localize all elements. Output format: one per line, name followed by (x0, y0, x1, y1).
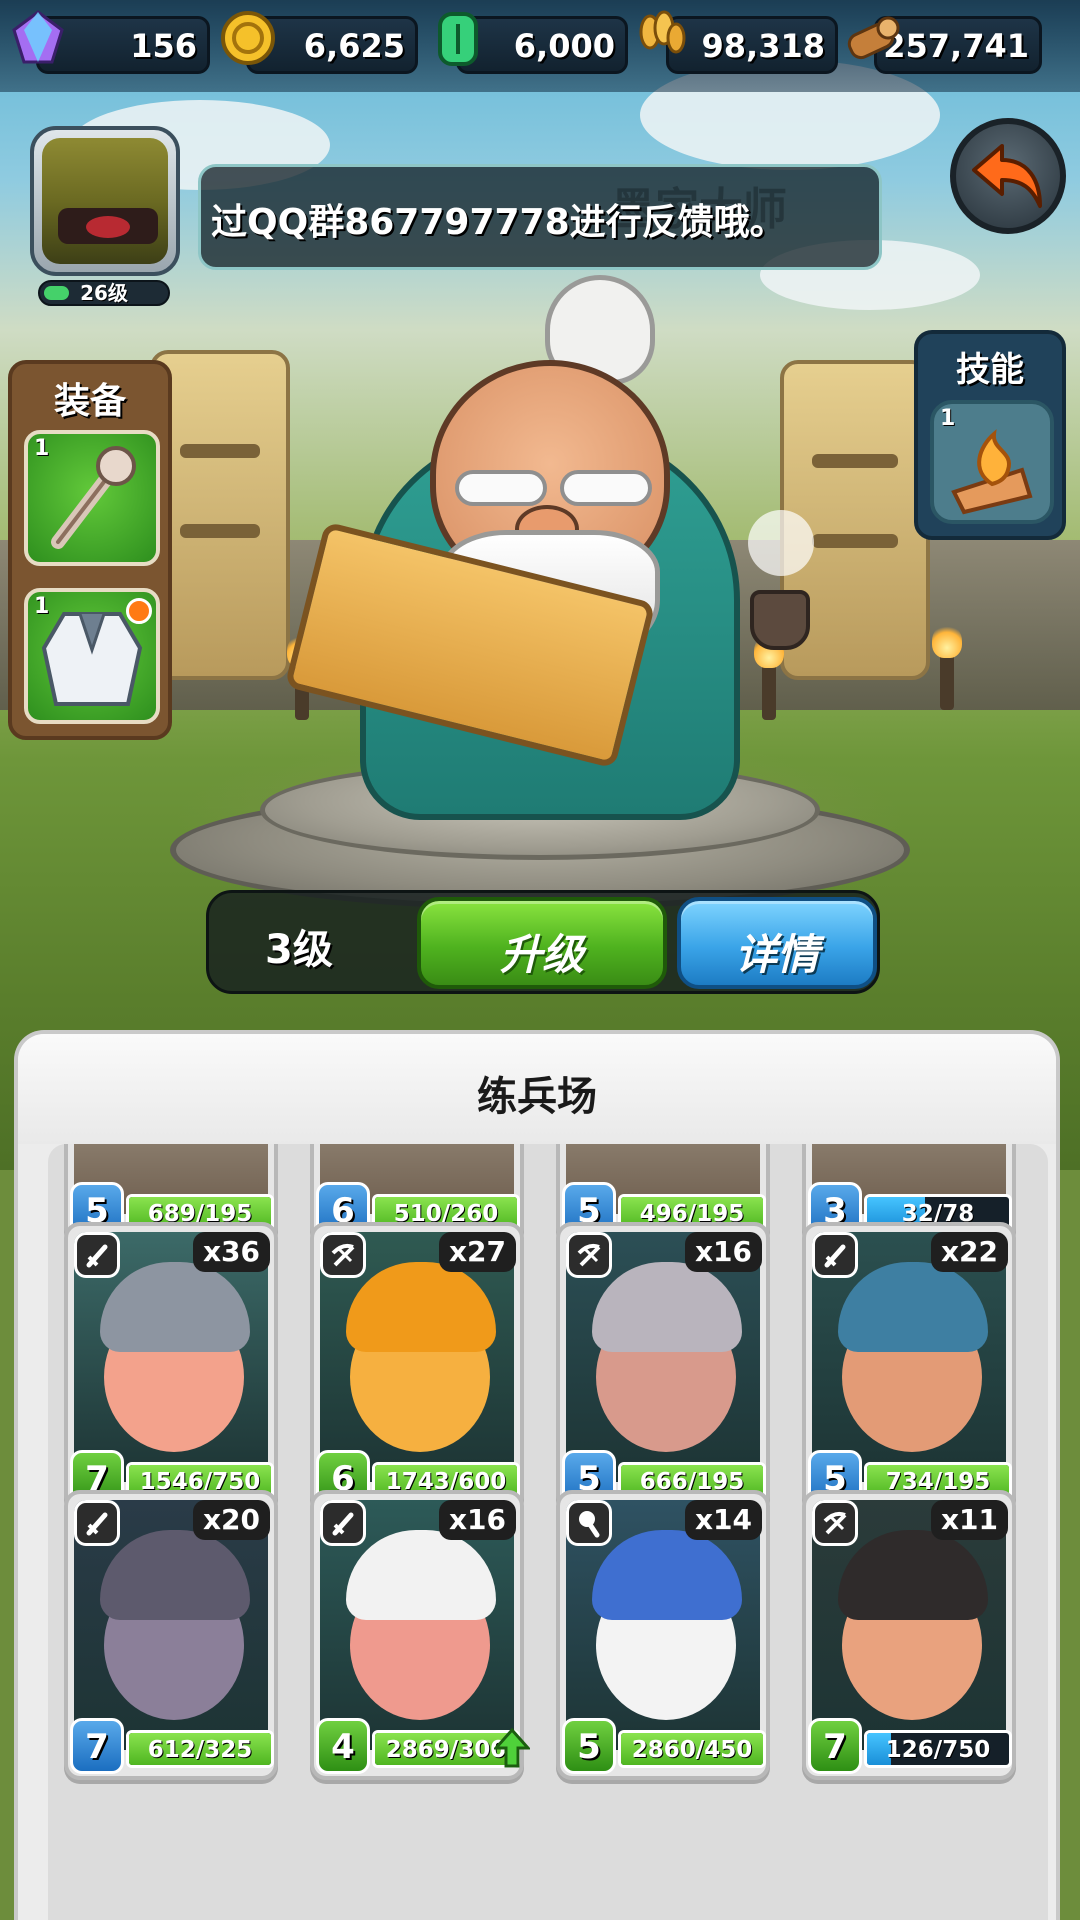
skill-slot[interactable]: 1 (930, 400, 1054, 524)
wood-log-icon (847, 16, 900, 60)
barracks-panel: 练兵场 5 689/195 6 510/260 5 496/195 3 32/78 x36 7 15… (14, 1030, 1060, 1920)
player-avatar[interactable] (30, 126, 180, 276)
upgrade-button[interactable]: 升级 (417, 897, 667, 989)
crossbow-icon (812, 1500, 858, 1546)
unit-card[interactable]: x27 6 1743/600 (310, 1222, 524, 1512)
unit-card[interactable]: x22 5 734/195 (802, 1222, 1016, 1512)
sword-icon (320, 1500, 366, 1546)
details-button[interactable]: 详情 (677, 897, 877, 989)
unit-count: x11 (930, 1500, 1008, 1540)
unit-progress-text: 126/750 (885, 1737, 991, 1763)
hero-brow (455, 470, 547, 506)
unit-helmet (100, 1530, 250, 1620)
unit-helmet (838, 1262, 988, 1352)
unit-helmet (346, 1262, 496, 1352)
unit-progress-bar: 126/750 (864, 1730, 1012, 1768)
back-button[interactable] (950, 118, 1066, 234)
gold-coin-icon (221, 11, 275, 65)
tea-cup (750, 590, 810, 650)
unit-card[interactable]: x20 7 612/325 (64, 1490, 278, 1780)
notification-dot (126, 598, 152, 624)
unit-level-badge: 7 (70, 1718, 124, 1774)
sword-icon (74, 1500, 120, 1546)
skill-panel: 技能 1 (914, 330, 1066, 540)
resource-grain-value: 98,318 (701, 27, 825, 65)
unit-count: x27 (438, 1232, 516, 1272)
unit-count: x20 (192, 1500, 270, 1540)
torch (754, 634, 784, 720)
flame-scroll-icon (951, 429, 1033, 515)
unit-card[interactable]: x36 7 1546/750 (64, 1222, 278, 1512)
player-level-bar: 26级 (38, 280, 170, 306)
sword-icon (812, 1232, 858, 1278)
unit-helmet (592, 1262, 742, 1352)
unit-count: x16 (438, 1500, 516, 1540)
details-button-label: 详情 (734, 930, 819, 979)
unit-card[interactable]: x11 7 126/750 (802, 1490, 1016, 1780)
unit-card[interactable]: x16 4 2869/300 (310, 1490, 532, 1780)
crossbow-icon (320, 1232, 366, 1278)
unit-grid[interactable]: 5 689/195 6 510/260 5 496/195 3 32/78 x36 7 1546/7… (48, 1144, 1048, 1920)
unit-level-badge: 4 (316, 1718, 370, 1774)
unit-level-badge: 7 (808, 1718, 862, 1774)
unit-card[interactable]: x16 5 666/195 (556, 1222, 770, 1512)
unit-count: x16 (684, 1232, 762, 1272)
unit-progress-text: 2860/450 (631, 1737, 753, 1763)
unit-helmet (100, 1262, 250, 1352)
unit-card[interactable]: x14 5 2860/450 (556, 1490, 770, 1780)
unit-helmet (592, 1530, 742, 1620)
equipment-staff-count: 1 (34, 436, 50, 461)
gem-icon (12, 10, 64, 64)
unit-count: x36 (192, 1232, 270, 1272)
player-level-label: 26级 (80, 281, 128, 305)
chat-message: 过QQ群867797778进行反馈哦。 (211, 202, 786, 243)
equipment-slot-robe[interactable]: 1 (24, 588, 160, 724)
hero-action-bar: 3级 升级 详情 (206, 890, 880, 994)
unit-count: x22 (930, 1232, 1008, 1272)
resource-gold-value: 6,625 (303, 27, 405, 65)
resource-grain[interactable]: 98,318 (666, 16, 838, 74)
upgrade-arrow-icon (492, 1727, 532, 1768)
barracks-header: 练兵场 (18, 1034, 1056, 1144)
upgrade-button-label: 升级 (499, 930, 584, 979)
unit-helmet (346, 1530, 496, 1620)
helmet-avatar-icon (42, 138, 168, 264)
torch (932, 624, 962, 710)
wheat-icon (639, 10, 686, 54)
unit-progress-bar: 2860/450 (618, 1730, 766, 1768)
mace-icon (566, 1500, 612, 1546)
unit-helmet (838, 1530, 988, 1620)
resource-bar: 156 6,625 6,000 98,318 257,741 (0, 0, 1080, 92)
equipment-panel: 装备 1 1 (8, 360, 172, 740)
unit-level-badge: 5 (562, 1718, 616, 1774)
unit-count: x14 (684, 1500, 762, 1540)
hero-brow (560, 470, 652, 506)
resource-wood-value: 257,741 (883, 27, 1029, 65)
unit-progress-text: 612/325 (147, 1737, 253, 1763)
unit-progress-bar: 612/325 (126, 1730, 274, 1768)
hero-level: 3级 (265, 927, 333, 973)
jade-tablet-icon (438, 12, 478, 66)
equipment-robe-count: 1 (34, 594, 50, 619)
sword-icon (74, 1232, 120, 1278)
equipment-slot-staff[interactable]: 1 (24, 430, 160, 566)
crossbow-icon (566, 1232, 612, 1278)
skill-title: 技能 (956, 350, 1024, 390)
chat-banner[interactable]: 墨家大师 过QQ群867797778进行反馈哦。 (198, 164, 882, 270)
barracks-title: 练兵场 (477, 1074, 597, 1120)
resource-gem-value: 156 (130, 27, 197, 65)
back-arrow-icon (972, 144, 1042, 208)
equipment-title: 装备 (53, 381, 126, 422)
steam (748, 510, 814, 576)
resource-jade-value: 6,000 (513, 27, 615, 65)
